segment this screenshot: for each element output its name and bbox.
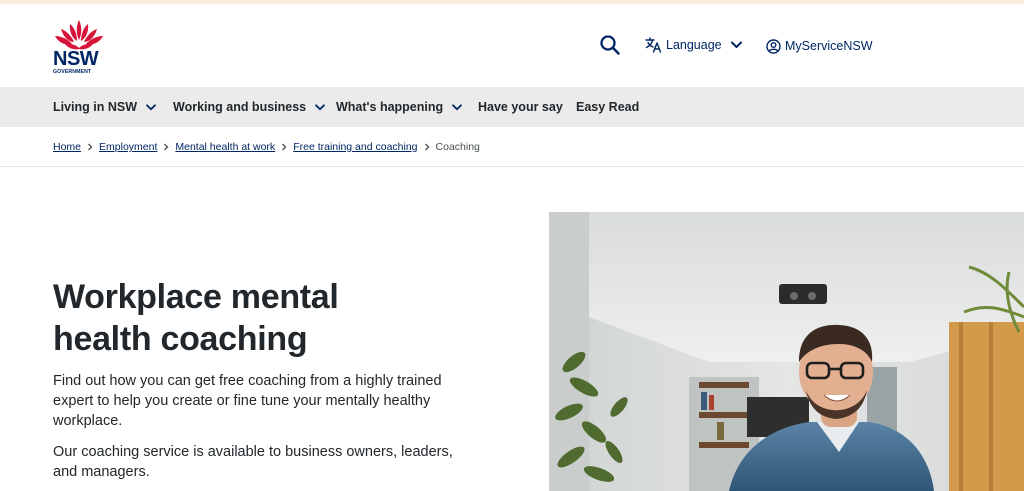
- chevron-down-icon: [146, 103, 156, 110]
- page-title-line-1: Workplace mental: [53, 278, 339, 316]
- chevron-down-icon: [452, 103, 463, 110]
- hero-photo-man-smiling-at-laptop: [549, 212, 1024, 491]
- nav-item-working-and-business[interactable]: Working and business: [173, 87, 326, 127]
- nav-item-label: Have your say: [478, 100, 563, 114]
- breadcrumb: Home Employment Mental health at work Fr…: [53, 140, 480, 154]
- page-title: Workplace mental health coaching: [53, 276, 473, 360]
- breadcrumb-link-home[interactable]: Home: [53, 141, 81, 153]
- language-label: Language: [666, 38, 722, 52]
- nav-item-whats-happening[interactable]: What's happening: [336, 87, 463, 127]
- logo-subtext: GOVERNMENT: [53, 69, 92, 75]
- waratah-icon: [55, 20, 103, 50]
- breadcrumb-link-employment[interactable]: Employment: [99, 141, 157, 153]
- chevron-down-icon: [315, 103, 326, 110]
- page-title-line-2: health coaching: [53, 320, 308, 358]
- nav-item-easy-read[interactable]: Easy Read: [576, 87, 639, 127]
- chevron-right-icon: [88, 143, 93, 151]
- nsw-government-logo[interactable]: NSW GOVERNMENT: [53, 18, 105, 76]
- chevron-right-icon: [424, 143, 429, 151]
- nav-item-label: What's happening: [336, 100, 444, 114]
- nav-item-label: Working and business: [173, 100, 307, 114]
- intro-paragraph: Find out how you can get free coaching f…: [53, 373, 442, 429]
- myservicensw-label: MyServiceNSW: [785, 39, 873, 53]
- chevron-right-icon: [282, 143, 287, 151]
- nav-item-living-in-nsw[interactable]: Living in NSW: [53, 87, 156, 127]
- myservicensw-link[interactable]: MyServiceNSW: [766, 37, 873, 55]
- logo-wordmark: NSW: [53, 48, 99, 70]
- site-header: NSW GOVERNMENT Language MyServiceNSW: [0, 4, 1024, 87]
- breadcrumb-divider: [0, 166, 1024, 167]
- breadcrumb-link-mental-health-at-work[interactable]: Mental health at work: [175, 141, 275, 153]
- hero-image: [549, 212, 1024, 491]
- nav-item-label: Easy Read: [576, 100, 640, 114]
- nav-item-label: Living in NSW: [53, 100, 138, 114]
- chevron-down-icon: [730, 41, 742, 48]
- search-button[interactable]: [599, 34, 621, 56]
- chevron-right-icon: [164, 143, 169, 151]
- breadcrumb-link-free-training-and-coaching[interactable]: Free training and coaching: [293, 141, 417, 153]
- nav-item-have-your-say[interactable]: Have your say: [478, 87, 563, 127]
- search-icon: [600, 35, 620, 55]
- main-navigation: Living in NSW Working and business What'…: [0, 87, 1024, 127]
- user-account-icon: [766, 38, 781, 54]
- breadcrumb-current: Coaching: [435, 141, 480, 153]
- language-selector[interactable]: Language: [645, 36, 742, 54]
- audience-paragraph: Our coaching service is available to bus…: [53, 444, 453, 480]
- translate-icon: [645, 37, 662, 53]
